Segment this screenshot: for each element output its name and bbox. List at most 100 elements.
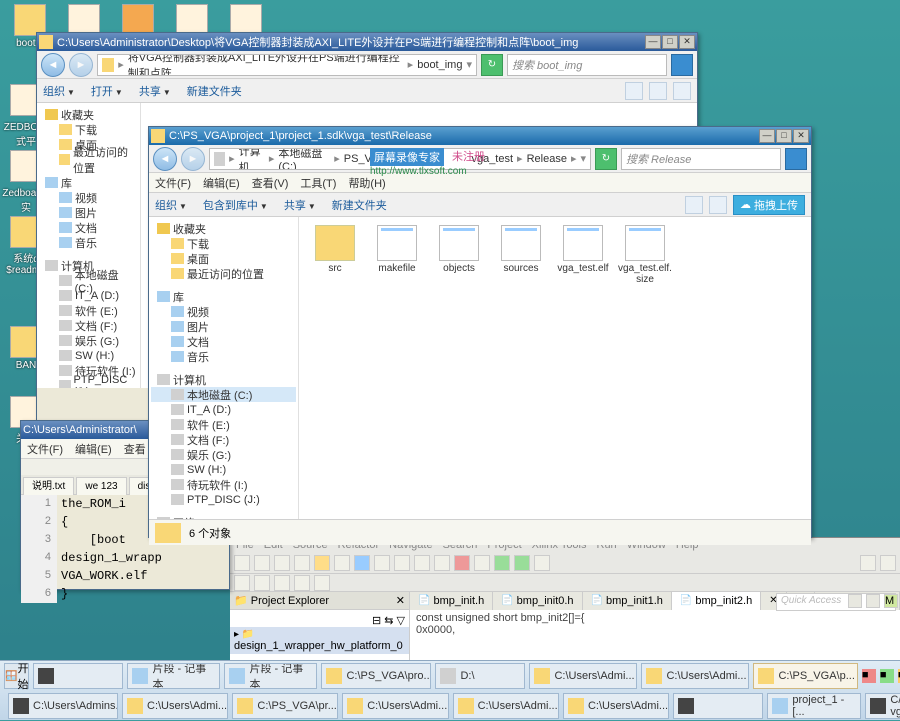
tool-icon[interactable] — [314, 555, 330, 571]
tree-item[interactable]: 娱乐 (G:) — [39, 333, 138, 348]
link-icon[interactable]: ⇆ — [384, 615, 393, 627]
save-icon[interactable] — [274, 555, 290, 571]
tree-item[interactable]: 软件 (E:) — [39, 303, 138, 318]
tool-icon[interactable] — [354, 555, 370, 571]
tree-item[interactable]: 文档 — [151, 334, 296, 349]
taskbar-button[interactable]: C:\Users\Admins... — [8, 693, 118, 719]
tool-icon[interactable] — [254, 555, 270, 571]
tree-item[interactable]: 音乐 — [39, 235, 138, 250]
refresh-button[interactable]: ↻ — [481, 54, 503, 76]
taskbar-button[interactable]: C:\Users\Admi... — [641, 663, 749, 689]
new-folder-button[interactable]: 新建文件夹 — [187, 83, 242, 99]
forward-button[interactable]: ► — [181, 147, 205, 171]
help-button[interactable] — [673, 82, 691, 100]
tool-icon[interactable] — [234, 555, 250, 571]
tree-item[interactable]: 本地磁盘 (C:) — [39, 273, 138, 288]
tab[interactable]: 📄bmp_init2.h — [672, 592, 761, 610]
menu-file[interactable]: 文件(F) — [27, 441, 63, 457]
tree-item[interactable]: 音乐 — [151, 349, 296, 364]
tool-icon[interactable] — [860, 555, 876, 571]
tool-icon[interactable] — [474, 555, 490, 571]
tool-icon[interactable] — [374, 555, 390, 571]
taskbar-button[interactable]: 片段 - 记事本 — [224, 663, 317, 689]
code-area[interactable]: const unsigned short bmp_init2[]={ 0x000… — [410, 610, 900, 638]
tree-computer[interactable]: 计算机 — [151, 372, 296, 387]
share-menu[interactable]: 共享▼ — [284, 197, 316, 213]
taskbar-button[interactable]: C:\Users\Admi... — [122, 693, 228, 719]
back-button[interactable]: ◄ — [153, 147, 177, 171]
tool-icon[interactable] — [254, 575, 270, 591]
file-item[interactable]: vga_test.elf.size — [617, 225, 673, 285]
tree-item[interactable]: 文档 (F:) — [151, 432, 296, 447]
tool-icon[interactable] — [274, 575, 290, 591]
menu-edit[interactable]: 编辑(E) — [75, 441, 112, 457]
taskbar-button[interactable] — [33, 663, 123, 689]
share-menu[interactable]: 共享▼ — [139, 83, 171, 99]
explorer-window-release[interactable]: C:\PS_VGA\project_1\project_1.sdk\vga_te… — [148, 126, 812, 538]
view-icon[interactable] — [866, 594, 880, 608]
tree-item[interactable]: 视频 — [39, 190, 138, 205]
back-button[interactable]: ◄ — [41, 53, 65, 77]
view-icon[interactable]: M — [884, 594, 898, 608]
tree-item[interactable]: 图片 — [39, 205, 138, 220]
search-button[interactable] — [785, 148, 807, 170]
tree-item[interactable]: PTP_DISC (J:) — [151, 492, 296, 507]
minimize-button[interactable]: — — [645, 35, 661, 49]
close-button[interactable]: ✕ — [793, 129, 809, 143]
view-menu[interactable] — [685, 196, 703, 214]
tree-lib[interactable]: 库 — [151, 289, 296, 304]
tool-icon[interactable] — [294, 555, 310, 571]
minimize-button[interactable]: — — [759, 129, 775, 143]
tree-item[interactable]: 最近访问的位置 — [39, 152, 138, 167]
tree-lib[interactable]: 库 — [39, 175, 138, 190]
taskbar-button[interactable]: project_1 - [... — [767, 693, 861, 719]
taskbar-button[interactable]: C:\PS_VGA\pro... — [321, 663, 431, 689]
taskbar-button[interactable]: C:\Users\Admi... — [342, 693, 448, 719]
search-input[interactable]: 搜索 Release — [621, 148, 781, 170]
organize-menu[interactable]: 组织▼ — [155, 197, 187, 213]
system-tray[interactable]: ■■ ■■ — [862, 669, 900, 683]
tree-fav[interactable]: 收藏夹 — [39, 107, 138, 122]
tree-item[interactable]: 文档 (F:) — [39, 318, 138, 333]
menu-file[interactable]: 文件(F) — [155, 175, 191, 191]
tree-item[interactable]: 下载 — [39, 122, 138, 137]
menu-view[interactable]: 查看 — [124, 441, 146, 457]
breadcrumb[interactable]: ▸ 将VGA控制器封装成AXI_LITE外设并在PS端进行编程控制和点阵▸ bo… — [97, 54, 477, 76]
tree-fav[interactable]: 收藏夹 — [151, 221, 296, 236]
tree-item[interactable]: IT_A (D:) — [151, 402, 296, 417]
refresh-button[interactable]: ↻ — [595, 148, 617, 170]
tool-icon[interactable] — [880, 555, 896, 571]
menu-view[interactable]: 查看(V) — [252, 175, 289, 191]
tool-icon[interactable] — [454, 555, 470, 571]
preview-button[interactable] — [649, 82, 667, 100]
menu-tools[interactable]: 工具(T) — [300, 175, 336, 191]
tool-icon[interactable] — [234, 575, 250, 591]
taskbar-button[interactable]: D:\ — [435, 663, 525, 689]
file-pane[interactable]: srcmakefileobjectssourcesvga_test.elfvga… — [299, 217, 811, 519]
taskbar-button[interactable]: C:\PS_VGA\p... — [753, 663, 857, 689]
file-item[interactable]: objects — [431, 225, 487, 285]
tool-icon[interactable] — [314, 575, 330, 591]
taskbar-button[interactable] — [673, 693, 763, 719]
run-icon[interactable] — [494, 555, 510, 571]
taskbar-button[interactable]: C/C++ - vga_t... — [865, 693, 900, 719]
tree-item[interactable]: 待玩软件 (I:) — [151, 477, 296, 492]
maximize-button[interactable]: □ — [662, 35, 678, 49]
view-icon[interactable] — [848, 594, 862, 608]
titlebar[interactable]: C:\PS_VGA\project_1\project_1.sdk\vga_te… — [149, 127, 811, 145]
tree-item[interactable]: 桌面 — [151, 251, 296, 266]
tool-icon[interactable] — [434, 555, 450, 571]
taskbar-button[interactable]: C:\Users\Admi... — [563, 693, 669, 719]
tree-item[interactable]: SW (H:) — [151, 462, 296, 477]
open-button[interactable]: 打开▼ — [91, 83, 123, 99]
titlebar[interactable]: C:\Users\Administrator\Desktop\将VGA控制器封装… — [37, 33, 697, 51]
tool-icon[interactable] — [394, 555, 410, 571]
tree-item[interactable]: SW (H:) — [39, 348, 138, 363]
tree-network[interactable]: 网络 — [151, 515, 296, 519]
include-menu[interactable]: 包含到库中▼ — [203, 197, 268, 213]
tool-icon[interactable] — [294, 575, 310, 591]
taskbar-button[interactable]: C:\Users\Admi... — [453, 693, 559, 719]
taskbar-button[interactable]: C:\Users\Admi... — [529, 663, 637, 689]
tab[interactable]: we 123 — [76, 477, 126, 495]
organize-menu[interactable]: 组织▼ — [43, 83, 75, 99]
